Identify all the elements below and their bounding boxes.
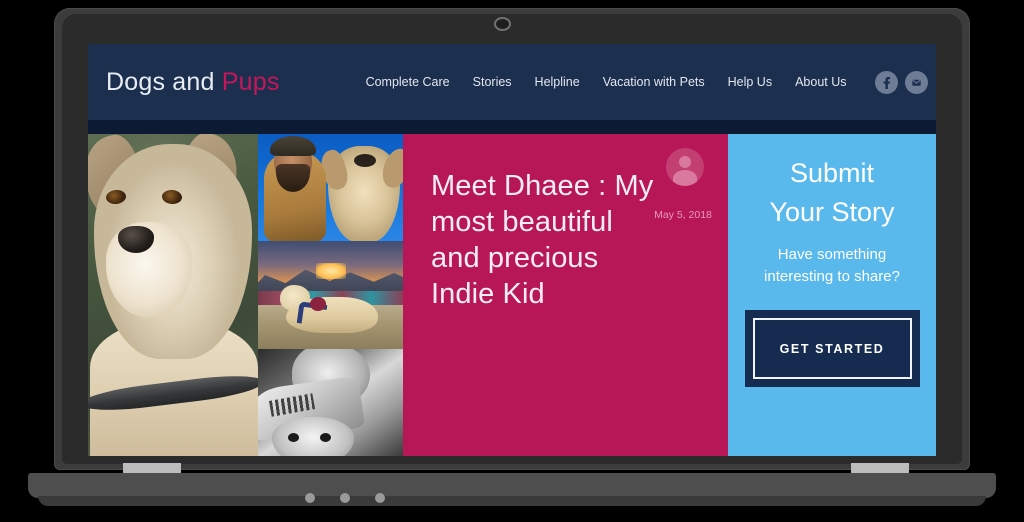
logo-text-accent: Pups xyxy=(221,67,280,96)
nav-item-vacation-with-pets[interactable]: Vacation with Pets xyxy=(603,75,705,89)
hero-section: Meet Dhaee : My most beautiful and preci… xyxy=(88,134,936,456)
indicator-dot xyxy=(340,493,350,503)
screenshot-stage: Dogs and Pups Complete Care Stories Help… xyxy=(0,0,1024,522)
nav-item-helpline[interactable]: Helpline xyxy=(535,75,580,89)
thumb1-man-beanie xyxy=(270,136,316,156)
main-navigation: Complete Care Stories Helpline Vacation … xyxy=(366,75,847,89)
cta-title: Submit Your Story xyxy=(742,154,922,232)
thumb3-dog-eye-left xyxy=(288,432,299,442)
story-date: May 5, 2018 xyxy=(654,209,712,221)
site-header: Dogs and Pups Complete Care Stories Help… xyxy=(88,44,936,120)
thumbnail-blackandwhite-portrait[interactable] xyxy=(258,348,403,456)
cta-title-line2: Your Story xyxy=(769,197,895,227)
avatar[interactable] xyxy=(666,148,704,186)
featured-photo-dog-portrait[interactable] xyxy=(88,134,258,456)
laptop-indicator-dots xyxy=(305,492,385,504)
thumbnail-dog-at-sunset[interactable] xyxy=(258,241,403,349)
thumbnail-man-with-dog[interactable] xyxy=(258,134,403,242)
webcam-icon xyxy=(494,17,511,31)
thumb3-dog-eye-right xyxy=(320,432,331,442)
nav-item-help-us[interactable]: Help Us xyxy=(728,75,772,89)
featured-story-panel[interactable]: Meet Dhaee : My most beautiful and preci… xyxy=(403,134,728,456)
logo-text-primary: Dogs and xyxy=(106,67,222,96)
nav-item-complete-care[interactable]: Complete Care xyxy=(366,75,450,89)
social-links xyxy=(874,70,928,94)
thumb2-sun xyxy=(316,263,346,280)
laptop-base xyxy=(28,473,996,498)
story-meta: May 5, 2018 xyxy=(654,192,712,223)
indicator-dot xyxy=(305,493,315,503)
cta-button-frame: GET STARTED xyxy=(744,310,920,387)
avatar-body xyxy=(673,170,697,186)
header-divider xyxy=(88,120,936,134)
nav-item-about-us[interactable]: About Us xyxy=(795,75,846,89)
browser-screen: Dogs and Pups Complete Care Stories Help… xyxy=(88,44,936,456)
laptop-base-lip xyxy=(38,496,986,506)
story-headline: Meet Dhaee : My most beautiful and preci… xyxy=(431,170,654,310)
thumb1-dog-nose xyxy=(354,154,376,167)
photo-thumbnail-stack xyxy=(258,134,403,456)
site-logo[interactable]: Dogs and Pups xyxy=(106,68,280,97)
avatar-head xyxy=(679,156,691,168)
submit-story-panel: Submit Your Story Have something interes… xyxy=(728,134,936,456)
facebook-icon[interactable] xyxy=(874,70,898,94)
get-started-button[interactable]: GET STARTED xyxy=(752,318,912,379)
indicator-dot xyxy=(375,493,385,503)
cta-title-line1: Submit xyxy=(789,158,875,188)
cta-subtitle: Have something interesting to share? xyxy=(764,246,900,285)
thumb3-dog-head xyxy=(272,416,354,456)
nav-item-stories[interactable]: Stories xyxy=(473,75,512,89)
email-icon[interactable] xyxy=(904,70,928,94)
